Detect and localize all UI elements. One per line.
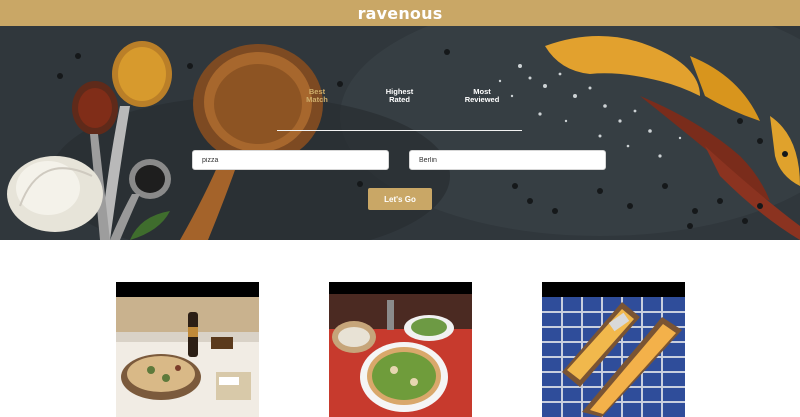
header-bar: ravenous (0, 0, 800, 26)
business-card-image[interactable] (329, 282, 472, 417)
lets-go-button[interactable]: Let's Go (368, 188, 432, 210)
ravenous-page: ravenous Best Match Highest Rated Most R… (0, 0, 800, 417)
flatbread-pizza-photo-icon (542, 282, 685, 417)
business-card-image[interactable] (116, 282, 259, 417)
sort-options-divider (277, 130, 522, 131)
business-card-image[interactable] (542, 282, 685, 417)
sort-option-highest-rated[interactable]: Highest Rated (360, 87, 440, 131)
sort-option-most-reviewed-line2: Reviewed (464, 95, 500, 104)
pizza-table-photo-icon (116, 282, 259, 417)
location-input[interactable] (409, 150, 606, 170)
search-term-input[interactable] (192, 150, 389, 170)
pizza-arugula-photo-icon (329, 282, 472, 417)
search-hero: Best Match Highest Rated Most Reviewed L… (0, 26, 800, 240)
sort-option-best-match[interactable]: Best Match (277, 87, 357, 131)
sort-option-best-match-line2: Match (306, 95, 328, 104)
sort-option-most-reviewed[interactable]: Most Reviewed (442, 87, 522, 131)
brand-logo[interactable]: ravenous (358, 4, 443, 23)
sort-options: Best Match Highest Rated Most Reviewed (277, 87, 522, 131)
sort-option-highest-rated-line2: Rated (389, 95, 410, 104)
